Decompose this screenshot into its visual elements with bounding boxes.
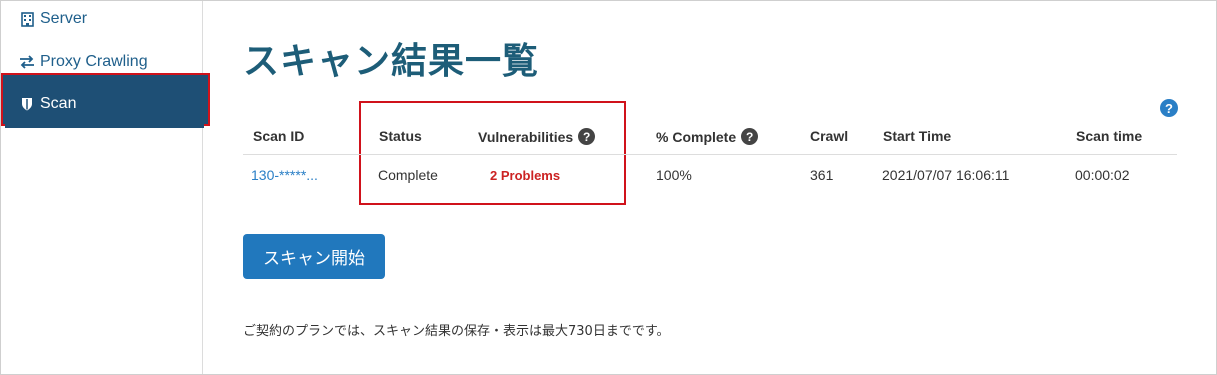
swap-arrows-icon	[19, 54, 35, 70]
scan-time-cell: 00:00:02	[1075, 167, 1130, 183]
column-header-label: % Complete	[656, 128, 737, 145]
status-cell: Complete	[378, 167, 438, 183]
question-mark-icon[interactable]: ?	[578, 128, 596, 145]
table-row: 130-*****... Complete 2 Problems 100% 36…	[243, 156, 1177, 193]
plan-notice: ご契約のプランでは、スキャン結果の保存・表示は最大730日までです。	[243, 324, 670, 339]
shield-icon	[19, 96, 35, 112]
column-header-complete: % Complete ?	[656, 128, 759, 145]
page-title: スキャン結果一覧	[243, 41, 540, 82]
table-header-row: Scan ID Status Vulnerabilities ? % Compl…	[243, 118, 1177, 155]
scan-id-link[interactable]: 130-*****...	[251, 167, 318, 183]
sidebar-item-label: Proxy Crawling	[40, 53, 148, 70]
start-scan-button[interactable]: スキャン開始	[243, 234, 385, 279]
sidebar-item-server[interactable]: Server	[1, 1, 203, 37]
sidebar: Server Proxy Crawling Scan	[1, 1, 210, 374]
column-header-crawl: Crawl	[810, 128, 849, 144]
complete-cell: 100%	[656, 167, 692, 183]
column-header-status: Status	[379, 128, 422, 144]
crawl-cell: 361	[810, 167, 834, 183]
start-time-cell: 2021/07/07 16:06:11	[882, 167, 1010, 183]
column-header-scan-time: Scan time	[1076, 128, 1143, 144]
sidebar-item-scan[interactable]: Scan	[1, 73, 210, 128]
help-icon[interactable]: ?	[1160, 99, 1178, 117]
column-header-scan-id: Scan ID	[253, 128, 305, 144]
column-header-label: Vulnerabilities	[478, 128, 574, 145]
building-icon	[19, 11, 35, 27]
vulnerabilities-link[interactable]: 2 Problems	[490, 168, 560, 183]
sidebar-item-label: Scan	[40, 95, 77, 112]
question-mark-icon[interactable]: ?	[741, 128, 759, 145]
sidebar-item-label: Server	[40, 10, 88, 27]
column-header-start-time: Start Time	[883, 128, 952, 144]
column-header-vulnerabilities: Vulnerabilities ?	[478, 128, 596, 145]
